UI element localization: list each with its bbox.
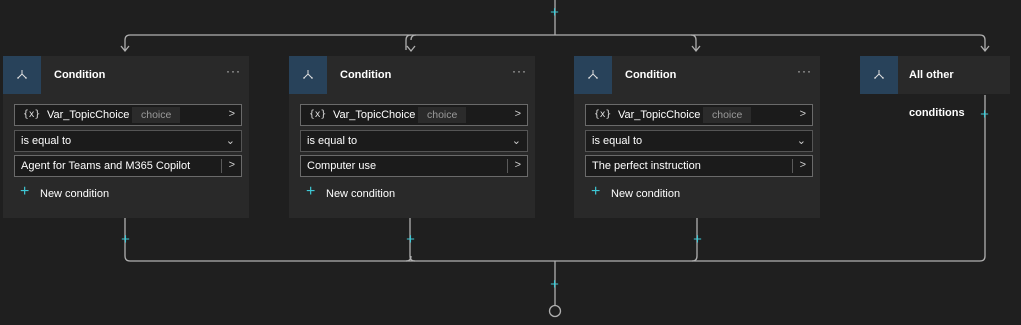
add-node-after-merge-plus-icon[interactable]: + <box>548 277 561 292</box>
chevron-right-icon[interactable]: > <box>800 159 806 171</box>
chevron-down-icon: ⌄ <box>796 135 806 147</box>
variable-icon: {x} <box>309 109 327 120</box>
value-separator <box>221 159 222 173</box>
operator-value: is equal to <box>307 135 358 147</box>
chevron-right-icon: > <box>228 108 235 120</box>
value-text: Computer use <box>307 160 377 172</box>
condition-card-header[interactable]: Condition ··· <box>574 56 820 94</box>
variable-type-badge: choice <box>418 107 467 123</box>
plus-icon: + <box>306 183 316 200</box>
condition-title: Condition <box>54 69 106 81</box>
variable-type-badge: choice <box>132 107 181 123</box>
add-node-branch3-plus-icon[interactable]: + <box>691 232 704 247</box>
chevron-right-icon[interactable]: > <box>515 159 521 171</box>
more-options-icon[interactable]: ··· <box>226 56 241 86</box>
chevron-right-icon[interactable]: > <box>229 159 235 171</box>
condition-card[interactable]: Condition ··· {x} Var_TopicChoice choice… <box>3 56 249 218</box>
value-input[interactable]: The perfect instruction > <box>585 155 813 177</box>
variable-icon: {x} <box>594 109 612 120</box>
branch-icon <box>860 56 898 94</box>
variable-name: Var_TopicChoice <box>47 109 130 121</box>
add-node-branch2-plus-icon[interactable]: + <box>404 232 417 247</box>
new-condition-label: New condition <box>40 188 110 200</box>
variable-selector[interactable]: {x} Var_TopicChoice choice > <box>300 104 528 126</box>
new-condition-label: New condition <box>611 188 681 200</box>
operator-value: is equal to <box>592 135 643 147</box>
value-text: The perfect instruction <box>592 160 701 172</box>
condition-title: Condition <box>625 69 677 81</box>
variable-selector[interactable]: {x} Var_TopicChoice choice > <box>14 104 242 126</box>
variable-type-badge: choice <box>703 107 752 123</box>
branch-icon <box>3 56 41 94</box>
variable-icon: {x} <box>23 109 41 120</box>
add-node-top-plus-icon[interactable]: + <box>548 5 561 20</box>
value-separator <box>507 159 508 173</box>
condition-card[interactable]: Condition ··· {x} Var_TopicChoice choice… <box>574 56 820 218</box>
chevron-right-icon: > <box>799 108 806 120</box>
condition-title: Condition <box>340 69 392 81</box>
add-node-other-plus-icon[interactable]: + <box>978 107 991 122</box>
more-options-icon[interactable]: ··· <box>512 56 527 86</box>
value-input[interactable]: Agent for Teams and M365 Copilot > <box>14 155 242 177</box>
branch-icon <box>574 56 612 94</box>
add-node-branch1-plus-icon[interactable]: + <box>119 232 132 247</box>
operator-dropdown[interactable]: is equal to ⌄ <box>585 130 813 152</box>
operator-dropdown[interactable]: is equal to ⌄ <box>14 130 242 152</box>
condition-card[interactable]: Condition ··· {x} Var_TopicChoice choice… <box>289 56 535 218</box>
branch-icon <box>289 56 327 94</box>
all-other-conditions-title: All other conditions <box>909 69 965 119</box>
variable-selector[interactable]: {x} Var_TopicChoice choice > <box>585 104 813 126</box>
all-other-conditions-card[interactable]: All other conditions <box>860 56 1010 119</box>
condition-card-header[interactable]: Condition ··· <box>289 56 535 94</box>
value-input[interactable]: Computer use > <box>300 155 528 177</box>
new-condition-label: New condition <box>326 188 396 200</box>
value-separator <box>792 159 793 173</box>
chevron-down-icon: ⌄ <box>225 135 235 147</box>
plus-icon: + <box>20 183 30 200</box>
condition-card-header[interactable]: Condition ··· <box>3 56 249 94</box>
variable-name: Var_TopicChoice <box>618 109 701 121</box>
variable-name: Var_TopicChoice <box>333 109 416 121</box>
value-text: Agent for Teams and M365 Copilot <box>21 160 191 172</box>
chevron-down-icon: ⌄ <box>511 135 521 147</box>
more-options-icon[interactable]: ··· <box>797 56 812 86</box>
operator-value: is equal to <box>21 135 72 147</box>
chevron-right-icon: > <box>514 108 521 120</box>
operator-dropdown[interactable]: is equal to ⌄ <box>300 130 528 152</box>
plus-icon: + <box>591 183 601 200</box>
end-node-icon <box>548 304 562 318</box>
